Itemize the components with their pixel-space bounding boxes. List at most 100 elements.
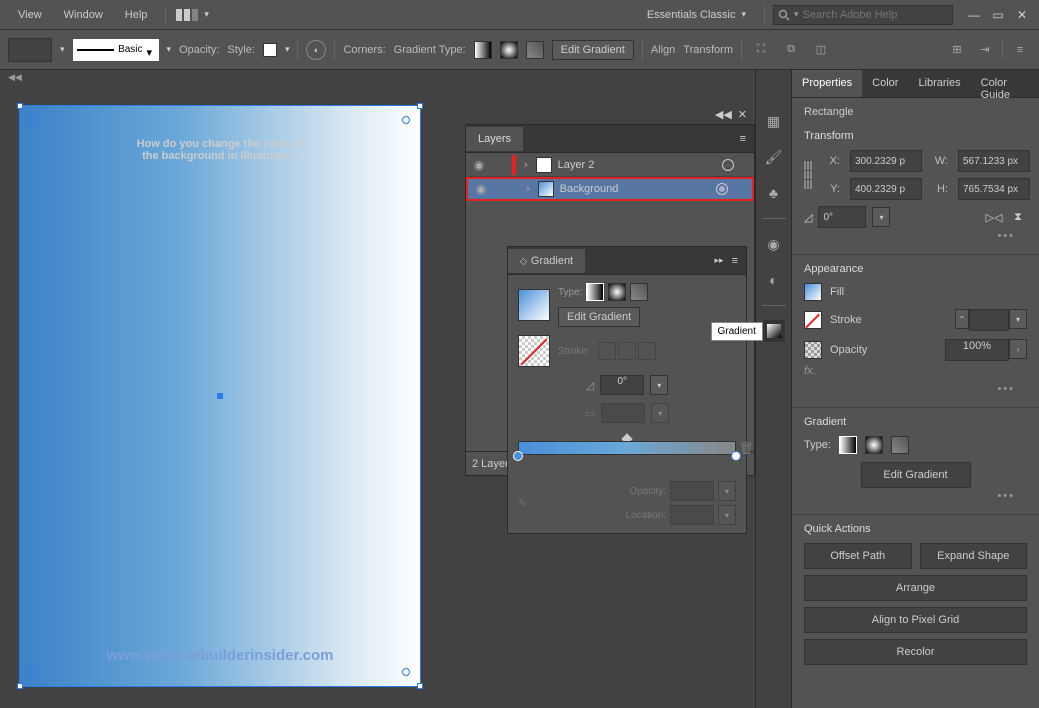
search-bar[interactable]: ▾ [773, 5, 953, 25]
tab-color[interactable]: Color [862, 70, 908, 97]
reference-point[interactable] [804, 161, 812, 189]
anchor-point[interactable] [30, 668, 38, 676]
grid-icon[interactable]: ⊞ [946, 39, 968, 61]
radial-gradient-icon[interactable] [500, 41, 518, 59]
panel-menu-icon[interactable]: ≡ [1009, 39, 1031, 61]
layer-row[interactable]: ◉ › Layer 2 [466, 153, 754, 177]
angle-dropdown[interactable]: ▾ [872, 207, 890, 227]
more-options-icon[interactable]: ••• [804, 228, 1027, 244]
angle-dropdown[interactable]: ▾ [650, 375, 668, 395]
pages-icon[interactable]: ▦ [763, 110, 785, 132]
stroke-swatch[interactable] [804, 311, 822, 329]
trash-icon[interactable]: 🗑 [739, 441, 754, 455]
menu-window[interactable]: Window [54, 5, 113, 25]
selection-handle[interactable] [417, 103, 423, 109]
edit-gradient-button[interactable]: Edit Gradient [558, 307, 640, 327]
layers-tab[interactable]: Layers [466, 127, 523, 151]
collapse-icon[interactable]: ◀◀ [8, 72, 22, 83]
radial-type-icon[interactable] [608, 283, 626, 301]
layer-row-selected[interactable]: ◉ › Background [466, 177, 754, 201]
linear-type-icon[interactable] [586, 283, 604, 301]
align-pixel-grid-button[interactable]: Align to Pixel Grid [804, 607, 1027, 633]
selection-handle[interactable] [417, 683, 423, 689]
swatches-icon[interactable]: ◉ [763, 233, 785, 255]
edit-gradient-button[interactable]: Edit Gradient [861, 462, 971, 488]
search-input[interactable] [803, 9, 948, 21]
more-options-icon[interactable]: ••• [804, 488, 1027, 504]
tab-libraries[interactable]: Libraries [908, 70, 970, 97]
flip-horizontal-icon[interactable]: ▷◁ [985, 208, 1003, 226]
brushes-icon[interactable]: 🖌 [763, 146, 785, 168]
flip-vertical-icon[interactable]: ⧗ [1009, 208, 1027, 226]
arrange-button[interactable]: Arrange [804, 575, 1027, 601]
radial-gradient-icon[interactable] [865, 436, 883, 454]
fill-swatch[interactable] [804, 283, 822, 301]
gradient-tab[interactable]: ◇Gradient [508, 249, 585, 273]
stroke-weight-dropdown[interactable]: ▾ [1009, 309, 1027, 329]
artboard[interactable]: How do you change the color of the backg… [20, 106, 420, 686]
anchor-point[interactable] [30, 116, 38, 124]
layout-toggle-icon[interactable] [174, 7, 200, 23]
transform-label[interactable]: Transform [683, 44, 733, 56]
linear-gradient-icon[interactable] [839, 436, 857, 454]
panel-menu-icon[interactable]: ≡ [740, 133, 746, 145]
visibility-icon[interactable]: ◉ [472, 180, 490, 198]
stroke-preset-dropdown[interactable]: Basic ▾ [73, 39, 159, 61]
selection-handle[interactable] [17, 103, 23, 109]
maximize-button[interactable]: ▭ [989, 7, 1007, 23]
stroke-gradient-preview[interactable] [518, 335, 550, 367]
linear-gradient-icon[interactable] [474, 41, 492, 59]
angle-input[interactable] [818, 206, 866, 228]
layer-name[interactable]: Background [560, 183, 619, 195]
stroke-weight-stepper[interactable]: ⌃ [955, 309, 969, 329]
color-icon[interactable]: ◐ [763, 269, 785, 291]
menu-help[interactable]: Help [115, 5, 158, 25]
expand-shape-button[interactable]: Expand Shape [920, 543, 1028, 569]
x-input[interactable] [850, 150, 922, 172]
edit-gradient-button[interactable]: Edit Gradient [552, 40, 634, 60]
align-label[interactable]: Align [651, 44, 675, 56]
target-icon[interactable] [722, 159, 734, 171]
selection-handle[interactable] [17, 683, 23, 689]
canvas[interactable]: How do you change the color of the backg… [0, 70, 465, 708]
snap-icon[interactable]: ⇥ [974, 39, 996, 61]
crop-icon[interactable]: ⧉ [780, 39, 802, 61]
recolor-icon[interactable]: ◐ [306, 40, 326, 60]
center-handle[interactable] [217, 393, 223, 399]
offset-path-button[interactable]: Offset Path [804, 543, 912, 569]
fill-gradient-preview[interactable] [518, 289, 550, 321]
gradient-stop[interactable] [513, 451, 523, 461]
panel-menu-icon[interactable]: ≡ [732, 255, 738, 267]
h-input[interactable] [958, 178, 1030, 200]
fill-swatch[interactable] [8, 38, 52, 62]
recolor-button[interactable]: Recolor [804, 639, 1027, 665]
expand-icon[interactable]: › [522, 159, 530, 171]
expand-icon[interactable]: › [524, 183, 532, 195]
menu-view[interactable]: View [8, 5, 52, 25]
expand-icon[interactable]: ▸▸ [715, 255, 724, 267]
stroke-weight-input[interactable] [969, 309, 1009, 331]
tab-properties[interactable]: Properties [792, 70, 862, 97]
w-input[interactable] [958, 150, 1030, 172]
gradient-slider[interactable]: 🗑 [518, 441, 736, 473]
y-input[interactable] [850, 178, 922, 200]
opacity-input[interactable]: 100% [945, 339, 1009, 361]
mask-icon[interactable]: ◫ [810, 39, 832, 61]
opacity-dropdown[interactable]: › [1009, 339, 1027, 359]
tab-color-guide[interactable]: Color Guide [971, 70, 1039, 97]
target-icon[interactable] [716, 183, 728, 195]
close-icon[interactable]: ✕ [738, 108, 747, 121]
gradient-dock-icon[interactable]: Gradient [763, 320, 785, 342]
collapse-icon[interactable]: ◀◀ [715, 108, 732, 121]
layer-name[interactable]: Layer 2 [558, 159, 595, 171]
anchor-point[interactable] [402, 116, 410, 124]
isolate-icon[interactable]: ⛶ [750, 39, 772, 61]
minimize-button[interactable]: — [965, 7, 983, 23]
eyedropper-icon[interactable]: ✎ [518, 497, 527, 510]
close-button[interactable]: ✕ [1013, 7, 1031, 23]
style-swatch[interactable] [263, 43, 277, 57]
fx-label[interactable]: fx. [804, 361, 1027, 381]
symbols-icon[interactable]: ♣ [763, 182, 785, 204]
workspace-switcher[interactable]: Essentials Classic ▾ [637, 6, 756, 24]
freeform-type-icon[interactable] [630, 283, 648, 301]
